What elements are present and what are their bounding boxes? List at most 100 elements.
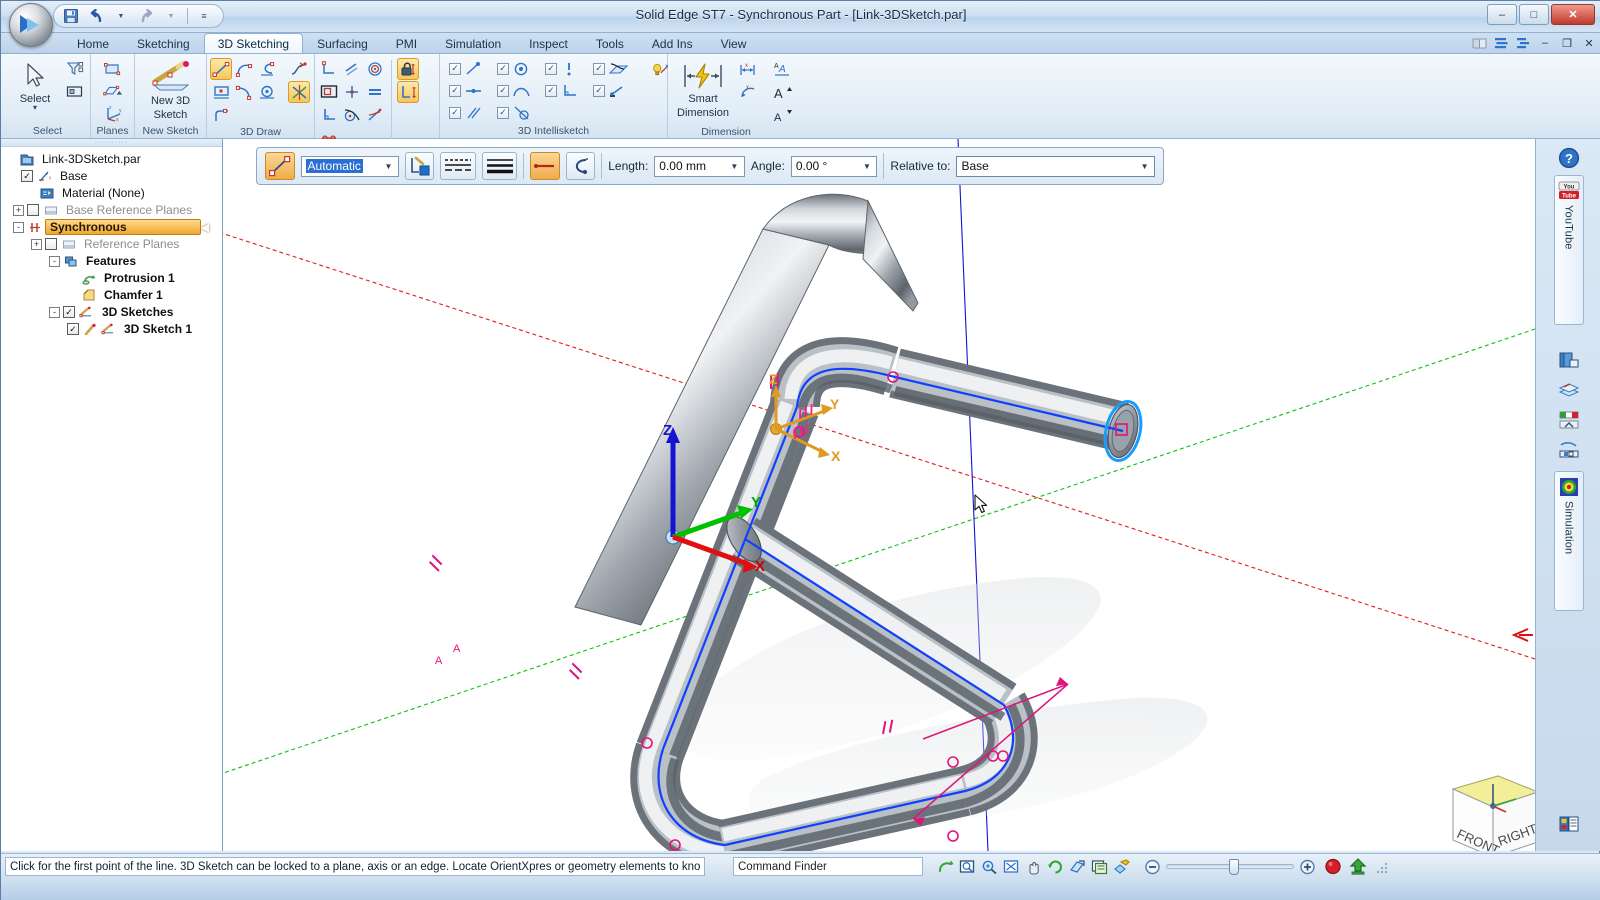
- checkbox-base[interactable]: ✓: [21, 170, 33, 182]
- checkbox-3d-sketch-1[interactable]: ✓: [67, 323, 79, 335]
- intellisketch-arc-tangent[interactable]: ✓: [497, 80, 543, 101]
- select-filter-icon[interactable]: [64, 58, 86, 80]
- alignment-dropdown[interactable]: Automatic ▼: [301, 156, 399, 177]
- intellisketch-center-point[interactable]: ✓: [497, 58, 543, 79]
- checkbox-base-reference-planes[interactable]: [27, 204, 39, 216]
- tree-item-base-reference-planes[interactable]: + Base Reference Planes: [5, 202, 222, 218]
- intellisketch-point-on-element[interactable]: ✓: [449, 58, 495, 79]
- command-finder-input[interactable]: Command Finder: [733, 857, 923, 876]
- save-icon[interactable]: [60, 6, 82, 26]
- ribbon-display-icon-1[interactable]: [1493, 35, 1509, 51]
- tab-tools[interactable]: Tools: [582, 33, 638, 53]
- restore-button[interactable]: □: [1519, 4, 1549, 25]
- tab-3d-sketching[interactable]: 3D Sketching: [204, 33, 303, 53]
- curve-tool-icon[interactable]: [256, 58, 278, 80]
- plane-triad-icon[interactable]: zyx: [102, 102, 124, 124]
- application-button[interactable]: [9, 3, 53, 47]
- promote-icon[interactable]: [1347, 856, 1368, 877]
- chevron-down-icon-length[interactable]: ▼: [727, 162, 742, 171]
- zoom-track[interactable]: [1166, 864, 1294, 869]
- symmetric-relate-icon[interactable]: [364, 104, 386, 126]
- intellisketch-silhouette[interactable]: ✓: [593, 58, 639, 79]
- zoom-tool-icon[interactable]: [1001, 856, 1022, 877]
- zoom-thumb[interactable]: [1229, 859, 1239, 875]
- family-of-parts-icon[interactable]: [1556, 437, 1582, 463]
- chevron-down-icon-relative-to[interactable]: ▼: [1137, 162, 1152, 171]
- intellisketch-tangent[interactable]: ✓: [497, 102, 543, 123]
- horizontal-vertical-icon[interactable]: [318, 58, 340, 80]
- expander-reference-planes[interactable]: +: [31, 239, 42, 250]
- rectangle-tool-icon[interactable]: [210, 81, 232, 103]
- tree-item-3d-sketches[interactable]: - ✓ 3D Sketches: [5, 304, 222, 320]
- equal-relate-icon[interactable]: [364, 81, 386, 103]
- undo-icon[interactable]: [85, 6, 107, 26]
- line-style-icon[interactable]: [440, 152, 475, 180]
- concentric-relate-icon[interactable]: [364, 58, 386, 80]
- lock-relate-icon[interactable]: [397, 58, 419, 80]
- synchronous-collapse-arrow-icon[interactable]: ◀: [201, 221, 209, 234]
- chevron-down-icon-alignment[interactable]: ▼: [381, 162, 396, 171]
- tab-view[interactable]: View: [707, 33, 761, 53]
- tree-item-protrusion-1[interactable]: Protrusion 1: [5, 270, 222, 286]
- line-tool-icon[interactable]: [210, 58, 232, 80]
- ribbon-display-icon-2[interactable]: [1515, 35, 1531, 51]
- zoom-in-button[interactable]: [1297, 856, 1318, 877]
- chevron-down-icon-angle[interactable]: ▼: [859, 162, 874, 171]
- intellisketch-midpoint[interactable]: ✓: [449, 80, 495, 101]
- length-input[interactable]: 0.00 mm ▼: [654, 156, 745, 177]
- tab-add-ins[interactable]: Add Ins: [638, 33, 707, 53]
- keypoint-curve-icon[interactable]: [288, 81, 310, 103]
- resize-grip-icon[interactable]: [1372, 856, 1393, 877]
- select-dropdown-icon[interactable]: ▾: [33, 105, 37, 111]
- 3d-viewport[interactable]: A A Z Y: [223, 139, 1535, 851]
- new-3d-sketch-button[interactable]: New 3D Sketch: [142, 58, 200, 124]
- circle-tool-icon[interactable]: [256, 81, 278, 103]
- help-icon[interactable]: ?: [1556, 145, 1582, 171]
- expander-base-reference-planes[interactable]: +: [13, 205, 24, 216]
- tree-item-3d-sketch-1[interactable]: ✓ 3D Sketch 1: [5, 321, 222, 337]
- fillet-tool-icon[interactable]: [210, 104, 232, 126]
- line-width-icon[interactable]: [482, 152, 517, 180]
- youtube-tab[interactable]: You Tube YouTube: [1554, 175, 1584, 325]
- parts-library-icon[interactable]: [1556, 347, 1582, 373]
- angle-input[interactable]: 0.00 ° ▼: [791, 156, 878, 177]
- intellisketch-parallel[interactable]: ✓: [449, 102, 495, 123]
- line-color-icon[interactable]: [405, 152, 435, 180]
- tab-inspect[interactable]: Inspect: [515, 33, 582, 53]
- look-at-face-icon[interactable]: [1067, 856, 1088, 877]
- close-button[interactable]: ✕: [1551, 4, 1595, 25]
- zoom-out-button[interactable]: [1142, 856, 1163, 877]
- rigid-set-icon[interactable]: [397, 81, 419, 103]
- line-command-icon[interactable]: [265, 152, 295, 180]
- checkbox-parallel[interactable]: ✓: [449, 107, 461, 119]
- tree-item-reference-planes[interactable]: + Reference Planes: [5, 236, 222, 252]
- rotate-icon[interactable]: [1045, 856, 1066, 877]
- checkbox-endpoint[interactable]: ✓: [593, 85, 605, 97]
- checkbox-vertical-alignment[interactable]: ✓: [545, 63, 557, 75]
- tree-item-material[interactable]: Material (None): [5, 185, 222, 201]
- tree-item-features[interactable]: - Features: [5, 253, 222, 269]
- distance-between-icon[interactable]: x: [737, 58, 759, 80]
- doc-restore-icon[interactable]: ❐: [1559, 35, 1575, 51]
- checkbox-silhouette[interactable]: ✓: [593, 63, 605, 75]
- redo-icon[interactable]: [135, 6, 157, 26]
- derived-curve-icon[interactable]: [288, 58, 310, 80]
- select-similar-icon[interactable]: [64, 81, 86, 103]
- intellisketch-vertical-alignment[interactable]: ✓: [545, 58, 591, 79]
- fit-icon[interactable]: [957, 856, 978, 877]
- checkbox-midpoint[interactable]: ✓: [449, 85, 461, 97]
- arc-segment-icon[interactable]: [566, 152, 596, 180]
- simulation-tab[interactable]: Simulation: [1554, 471, 1584, 611]
- select-button[interactable]: Select ▾: [8, 58, 62, 114]
- checkbox-arc-tangent[interactable]: ✓: [497, 85, 509, 97]
- intellisketch-horizontal-vertical[interactable]: ✓: [545, 80, 591, 101]
- panel-drag-handle[interactable]: ··········: [1, 139, 222, 147]
- display-config-icon[interactable]: [1111, 856, 1132, 877]
- line-segment-icon[interactable]: [530, 152, 560, 180]
- feature-library-icon[interactable]: [1556, 811, 1582, 837]
- minimize-button[interactable]: –: [1487, 4, 1517, 25]
- tab-surfacing[interactable]: Surfacing: [303, 33, 382, 53]
- tangent-relate-icon[interactable]: [341, 104, 363, 126]
- doc-minimize-icon[interactable]: –: [1537, 35, 1553, 51]
- checkbox-point-on-element[interactable]: ✓: [449, 63, 461, 75]
